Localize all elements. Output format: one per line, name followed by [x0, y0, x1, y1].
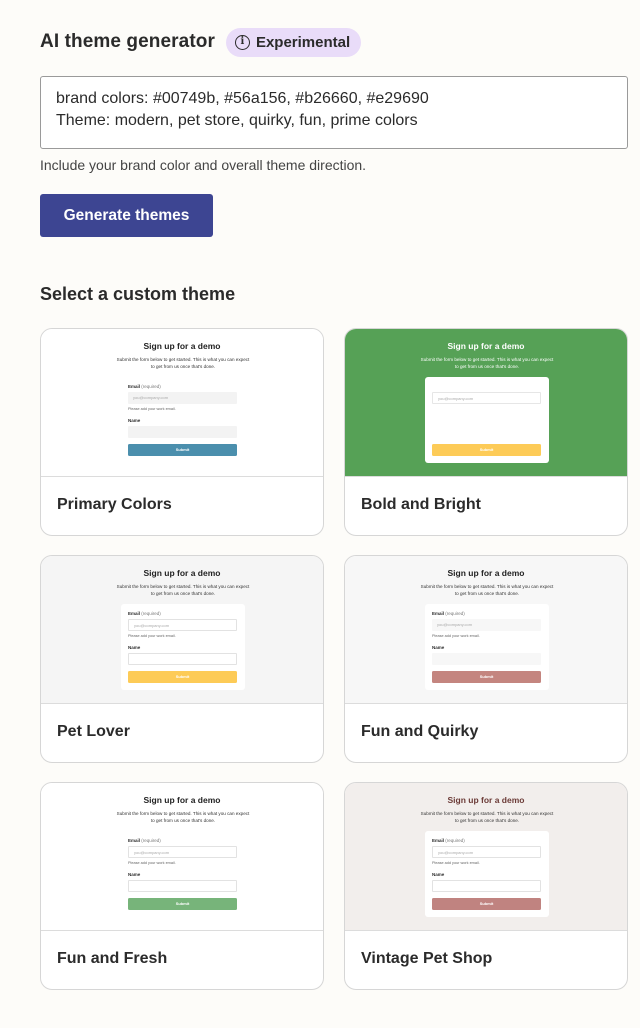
preview-email-label: Email (required): [128, 384, 161, 389]
preview-form: Email (required) you@company.com Please ad…: [121, 831, 245, 917]
preview-subtitle: Submit the form below to get started. Th…: [116, 357, 250, 369]
theme-card[interactable]: Sign up for a demo Submit the form below …: [344, 555, 628, 763]
header: AI theme generator i Experimental: [40, 26, 362, 58]
preview-name-label: Name: [432, 872, 445, 877]
experimental-badge: i Experimental: [225, 27, 362, 57]
preview-subtitle: Submit the form below to get started. Th…: [420, 811, 554, 823]
preview-name-label: Name: [128, 872, 141, 877]
preview-title: Sign up for a demo: [447, 341, 525, 351]
theme-card[interactable]: Sign up for a demo Submit the form below …: [344, 782, 628, 990]
theme-card[interactable]: Sign up for a demo Submit the form below …: [40, 782, 324, 990]
theme-preview: Sign up for a demo Submit the form below …: [41, 556, 323, 704]
preview-form: Email (required) you@company.com Please ad…: [425, 604, 549, 690]
preview-name-label: Name: [128, 645, 141, 650]
preview-submit-button: Submit: [128, 898, 237, 910]
preview-name-input: [128, 426, 237, 438]
preview-name-input: [432, 653, 541, 665]
preview-name-input: [128, 653, 237, 665]
preview-subtitle: Submit the form below to get started. Th…: [420, 357, 554, 369]
preview-required: (required): [141, 611, 161, 616]
preview-required: (required): [141, 384, 161, 389]
preview-email-label: Email (required): [128, 838, 161, 843]
preview-required: (required): [445, 838, 465, 843]
theme-preview: Sign up for a demo Submit the form below …: [41, 329, 323, 477]
preview-submit-button: Submit: [128, 671, 237, 683]
preview-name-label: Name: [432, 645, 445, 650]
preview-name-input: [432, 880, 541, 892]
theme-preview: Sign up for a demo Submit the form below …: [345, 556, 627, 704]
preview-email-hint: Please add your work email.: [128, 861, 176, 865]
preview-title: Sign up for a demo: [143, 341, 221, 351]
theme-preview: Sign up for a demo Submit the form below …: [345, 329, 627, 477]
prompt-helper-text: Include your brand color and overall the…: [40, 157, 367, 173]
preview-submit-button: Submit: [432, 898, 541, 910]
preview-submit-button: Submit: [432, 671, 541, 683]
preview-submit-button: Submit: [432, 444, 541, 456]
preview-form: you@company.com Submit: [425, 377, 549, 463]
preview-submit-button: Submit: [128, 444, 237, 456]
preview-subtitle: Submit the form below to get started. Th…: [420, 584, 554, 596]
theme-card[interactable]: Sign up for a demo Submit the form below …: [40, 328, 324, 536]
theme-card[interactable]: Sign up for a demo Submit the form below …: [344, 328, 628, 536]
preview-form: Email (required) you@company.com Please ad…: [121, 377, 245, 463]
theme-card[interactable]: Sign up for a demo Submit the form below …: [40, 555, 324, 763]
generate-themes-button[interactable]: Generate themes: [40, 194, 213, 237]
preview-form: Email (required) you@company.com Please ad…: [121, 604, 245, 690]
theme-name: Bold and Bright: [361, 496, 481, 513]
preview-email-label: Email (required): [432, 838, 465, 843]
info-icon: i: [234, 34, 250, 50]
preview-name-input: [128, 880, 237, 892]
preview-name-label: Name: [128, 418, 141, 423]
preview-email-input: you@company.com: [432, 392, 541, 404]
preview-email-hint: Please add your work email.: [432, 861, 480, 865]
theme-name: Fun and Fresh: [57, 950, 168, 967]
badge-label: Experimental: [255, 33, 351, 51]
preview-email-input: you@company.com: [432, 846, 541, 858]
preview-form: Email (required) you@company.com Please ad…: [425, 831, 549, 917]
theme-preview: Sign up for a demo Submit the form below …: [345, 783, 627, 931]
theme-name: Fun and Quirky: [361, 723, 479, 740]
preview-email-hint: Please add your work email.: [128, 407, 176, 411]
theme-prompt-input[interactable]: [40, 76, 628, 149]
preview-email-input: you@company.com: [128, 619, 237, 631]
preview-email-input: you@company.com: [128, 846, 237, 858]
preview-email-input: you@company.com: [432, 619, 541, 631]
theme-preview: Sign up for a demo Submit the form below …: [41, 783, 323, 931]
preview-email-hint: Please add your work email.: [432, 634, 480, 638]
preview-required: (required): [445, 611, 465, 616]
preview-email-label: Email (required): [432, 611, 465, 616]
preview-title: Sign up for a demo: [447, 795, 525, 805]
preview-title: Sign up for a demo: [143, 795, 221, 805]
theme-name: Pet Lover: [57, 723, 130, 740]
preview-required: (required): [141, 838, 161, 843]
theme-name: Primary Colors: [57, 496, 172, 513]
preview-title: Sign up for a demo: [447, 568, 525, 578]
preview-title: Sign up for a demo: [143, 568, 221, 578]
theme-name: Vintage Pet Shop: [361, 950, 493, 967]
preview-subtitle: Submit the form below to get started. Th…: [116, 811, 250, 823]
page-title: AI theme generator: [40, 31, 215, 52]
preview-email-hint: Please add your work email.: [128, 634, 176, 638]
preview-email-input: you@company.com: [128, 392, 237, 404]
preview-email-label: Email (required): [128, 611, 161, 616]
preview-subtitle: Submit the form below to get started. Th…: [116, 584, 250, 596]
section-title: Select a custom theme: [40, 284, 236, 304]
